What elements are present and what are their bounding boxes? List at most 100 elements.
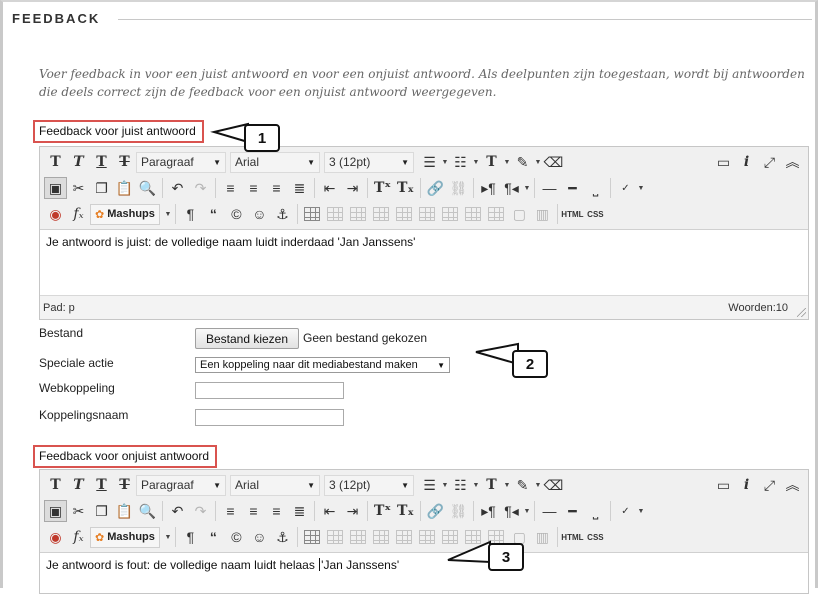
resize-handle-icon[interactable] bbox=[797, 308, 806, 317]
editor-correct-content[interactable]: Je antwoord is juist: de volledige naam … bbox=[40, 230, 808, 295]
table-row-props-icon[interactable] bbox=[324, 203, 347, 225]
choose-file-button[interactable]: Bestand kiezen bbox=[195, 328, 299, 349]
copy-icon[interactable]: ❐ bbox=[90, 177, 113, 199]
bullet-list-icon[interactable]: ☰ bbox=[418, 474, 441, 496]
highlight-icon[interactable]: ✎ bbox=[511, 474, 534, 496]
strikethrough-icon[interactable]: T bbox=[113, 474, 136, 496]
mashups-button[interactable]: ✿ Mashups bbox=[90, 203, 160, 225]
numbered-list-icon[interactable]: ☷ bbox=[449, 151, 472, 173]
copyright-icon[interactable]: © bbox=[225, 526, 248, 548]
unlink-icon[interactable]: ⛓ bbox=[447, 177, 470, 199]
collapse-toolbar-icon[interactable]: ︽ bbox=[781, 151, 804, 173]
cut-icon[interactable]: ✂ bbox=[67, 177, 90, 199]
nonbreaking-space-icon[interactable]: ⎵ bbox=[584, 177, 607, 199]
chevron-down-icon[interactable]: ▼ bbox=[534, 482, 542, 489]
table-delete-col-icon[interactable] bbox=[485, 203, 508, 225]
redo-icon[interactable]: ↷ bbox=[189, 500, 212, 522]
align-justify-icon[interactable]: ≣ bbox=[288, 177, 311, 199]
italic-icon[interactable]: T bbox=[67, 474, 90, 496]
undo-icon[interactable]: ↶ bbox=[166, 177, 189, 199]
table-icon[interactable] bbox=[301, 526, 324, 548]
font-dropdown[interactable]: Arial ▼ bbox=[230, 151, 320, 173]
spellcheck-icon[interactable]: ✓ bbox=[614, 500, 637, 522]
chevron-down-icon[interactable]: ▼ bbox=[503, 159, 511, 166]
align-right-icon[interactable]: ≡ bbox=[265, 500, 288, 522]
ltr-icon[interactable]: ▸¶ bbox=[477, 500, 500, 522]
size-dropdown[interactable]: 3 (12pt) ▼ bbox=[324, 474, 414, 496]
paste-icon[interactable]: 📋 bbox=[113, 177, 136, 199]
search-icon[interactable]: 🔍 bbox=[136, 500, 159, 522]
thick-rule-icon[interactable]: ━ bbox=[561, 177, 584, 199]
format-dropdown[interactable]: Paragraaf ▼ bbox=[136, 151, 226, 173]
table-insert-row-before-icon[interactable] bbox=[370, 203, 393, 225]
html-source-button[interactable]: HTML bbox=[561, 203, 584, 225]
chevron-down-icon[interactable]: ▼ bbox=[534, 159, 542, 166]
table-insert-row-before-icon[interactable] bbox=[370, 526, 393, 548]
table-delete-row-icon[interactable] bbox=[416, 526, 439, 548]
linkname-input[interactable] bbox=[195, 409, 344, 426]
undo-icon[interactable]: ↶ bbox=[166, 500, 189, 522]
fullscreen-icon[interactable]: ⤢ bbox=[758, 151, 781, 173]
unlink-icon[interactable]: ⛓ bbox=[447, 500, 470, 522]
bullet-list-icon[interactable]: ☰ bbox=[418, 151, 441, 173]
chevron-down-icon[interactable]: ▼ bbox=[523, 508, 531, 515]
underline-icon[interactable]: T bbox=[90, 474, 113, 496]
collapse-toolbar-icon[interactable]: ︽ bbox=[781, 474, 804, 496]
superscript-icon[interactable]: Tˣ bbox=[371, 500, 394, 522]
table-insert-row-after-icon[interactable] bbox=[393, 526, 416, 548]
link-icon[interactable]: 🔗 bbox=[424, 177, 447, 199]
record-icon[interactable]: ◉ bbox=[44, 526, 67, 548]
subscript-icon[interactable]: Tₓ bbox=[394, 177, 417, 199]
redo-icon[interactable]: ↷ bbox=[189, 177, 212, 199]
bold-icon[interactable]: T bbox=[44, 151, 67, 173]
table-row-props-icon[interactable] bbox=[324, 526, 347, 548]
chevron-down-icon[interactable]: ▼ bbox=[472, 482, 480, 489]
subscript-icon[interactable]: Tₓ bbox=[394, 500, 417, 522]
table-cell-props-icon[interactable] bbox=[347, 526, 370, 548]
anchor-icon[interactable]: ⚓ bbox=[271, 526, 294, 548]
weblink-input[interactable] bbox=[195, 382, 344, 399]
align-center-icon[interactable]: ≡ bbox=[242, 177, 265, 199]
font-dropdown[interactable]: Arial ▼ bbox=[230, 474, 320, 496]
outdent-icon[interactable]: ⇤ bbox=[318, 500, 341, 522]
css-button[interactable]: CSS bbox=[584, 526, 607, 548]
rtl-icon[interactable]: ¶◂ bbox=[500, 177, 523, 199]
table-merge-cells-icon[interactable]: ▥ bbox=[531, 203, 554, 225]
formula-icon[interactable]: fₓ bbox=[67, 203, 90, 225]
italic-icon[interactable]: T bbox=[67, 151, 90, 173]
text-color-icon[interactable]: T bbox=[480, 474, 503, 496]
indent-icon[interactable]: ⇥ bbox=[341, 177, 364, 199]
chevron-down-icon[interactable]: ▼ bbox=[441, 159, 449, 166]
info-icon[interactable]: i bbox=[735, 151, 758, 173]
link-icon[interactable]: 🔗 bbox=[424, 500, 447, 522]
search-icon[interactable]: 🔍 bbox=[136, 177, 159, 199]
highlight-icon[interactable]: ✎ bbox=[511, 151, 534, 173]
special-action-select[interactable]: Een koppeling naar dit mediabestand make… bbox=[195, 357, 450, 373]
spellcheck-clipboard-icon[interactable]: ▣ bbox=[44, 500, 67, 522]
paragraph-icon[interactable]: ¶ bbox=[179, 526, 202, 548]
eraser-icon[interactable]: ⌫ bbox=[542, 474, 565, 496]
align-justify-icon[interactable]: ≣ bbox=[288, 500, 311, 522]
outdent-icon[interactable]: ⇤ bbox=[318, 177, 341, 199]
emoticon-icon[interactable]: ☺ bbox=[248, 526, 271, 548]
align-left-icon[interactable]: ≡ bbox=[219, 500, 242, 522]
mashups-button[interactable]: ✿ Mashups bbox=[90, 526, 160, 548]
underline-icon[interactable]: T bbox=[90, 151, 113, 173]
text-color-icon[interactable]: T bbox=[480, 151, 503, 173]
superscript-icon[interactable]: Tˣ bbox=[371, 177, 394, 199]
css-button[interactable]: CSS bbox=[584, 203, 607, 225]
preview-icon[interactable]: ▭ bbox=[712, 474, 735, 496]
quote-icon[interactable]: “ bbox=[202, 526, 225, 548]
table-cell-props-icon[interactable] bbox=[347, 203, 370, 225]
record-icon[interactable]: ◉ bbox=[44, 203, 67, 225]
editor-incorrect-content[interactable]: Je antwoord is fout: de volledige naam l… bbox=[40, 553, 808, 615]
paste-icon[interactable]: 📋 bbox=[113, 500, 136, 522]
nonbreaking-space-icon[interactable]: ⎵ bbox=[584, 500, 607, 522]
table-split-cells-icon[interactable]: ▢ bbox=[508, 203, 531, 225]
emoticon-icon[interactable]: ☺ bbox=[248, 203, 271, 225]
paragraph-icon[interactable]: ¶ bbox=[179, 203, 202, 225]
strikethrough-icon[interactable]: T bbox=[113, 151, 136, 173]
eraser-icon[interactable]: ⌫ bbox=[542, 151, 565, 173]
fullscreen-icon[interactable]: ⤢ bbox=[758, 474, 781, 496]
quote-icon[interactable]: “ bbox=[202, 203, 225, 225]
